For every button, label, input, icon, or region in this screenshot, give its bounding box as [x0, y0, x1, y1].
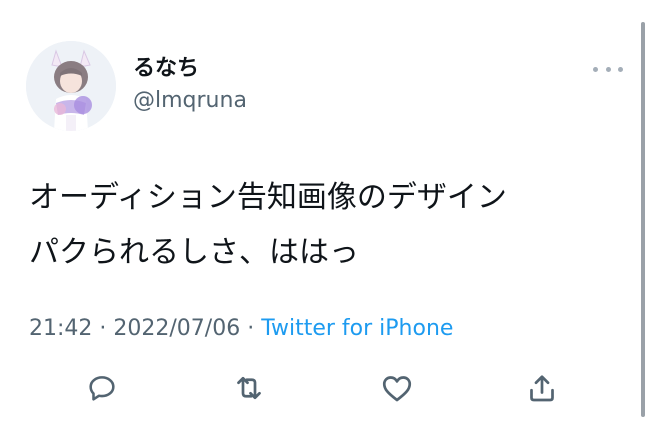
meta-separator: ·	[92, 316, 114, 341]
retweet-button[interactable]	[229, 366, 269, 410]
more-horizontal-icon	[593, 66, 598, 72]
tweet-time[interactable]: 21:42	[29, 316, 92, 341]
action-bar	[0, 366, 650, 414]
share-button[interactable]	[522, 366, 562, 410]
more-horizontal-icon-dot	[618, 66, 623, 72]
tweet-source[interactable]: Twitter for iPhone	[261, 316, 453, 341]
tweet-date[interactable]: 2022/07/06	[113, 316, 240, 341]
tweet-text: オーディション告知画像のデザイン パクられるしさ、ははっ	[29, 180, 507, 270]
retweet-icon	[237, 376, 261, 400]
tweet-card: るなち @lmqruna オーディション告知画像のデザイン パクられるしさ、はは…	[0, 0, 650, 425]
share-icon	[530, 375, 554, 402]
more-options-button[interactable]	[591, 60, 625, 78]
avatar-image	[26, 41, 116, 131]
more-horizontal-icon-dot	[605, 66, 611, 72]
avatar[interactable]	[26, 41, 116, 131]
meta-separator: ·	[240, 316, 262, 341]
like-button[interactable]	[377, 366, 417, 410]
tweet-meta: 21:42 · 2022/07/06 · Twitter for iPhone	[29, 313, 453, 345]
scrollbar[interactable]	[641, 22, 645, 417]
user-handle[interactable]: @lmqruna	[133, 86, 247, 116]
display-name[interactable]: るなち	[133, 54, 199, 84]
like-icon	[382, 376, 412, 402]
reply-button[interactable]	[82, 366, 122, 410]
reply-icon	[89, 376, 115, 401]
